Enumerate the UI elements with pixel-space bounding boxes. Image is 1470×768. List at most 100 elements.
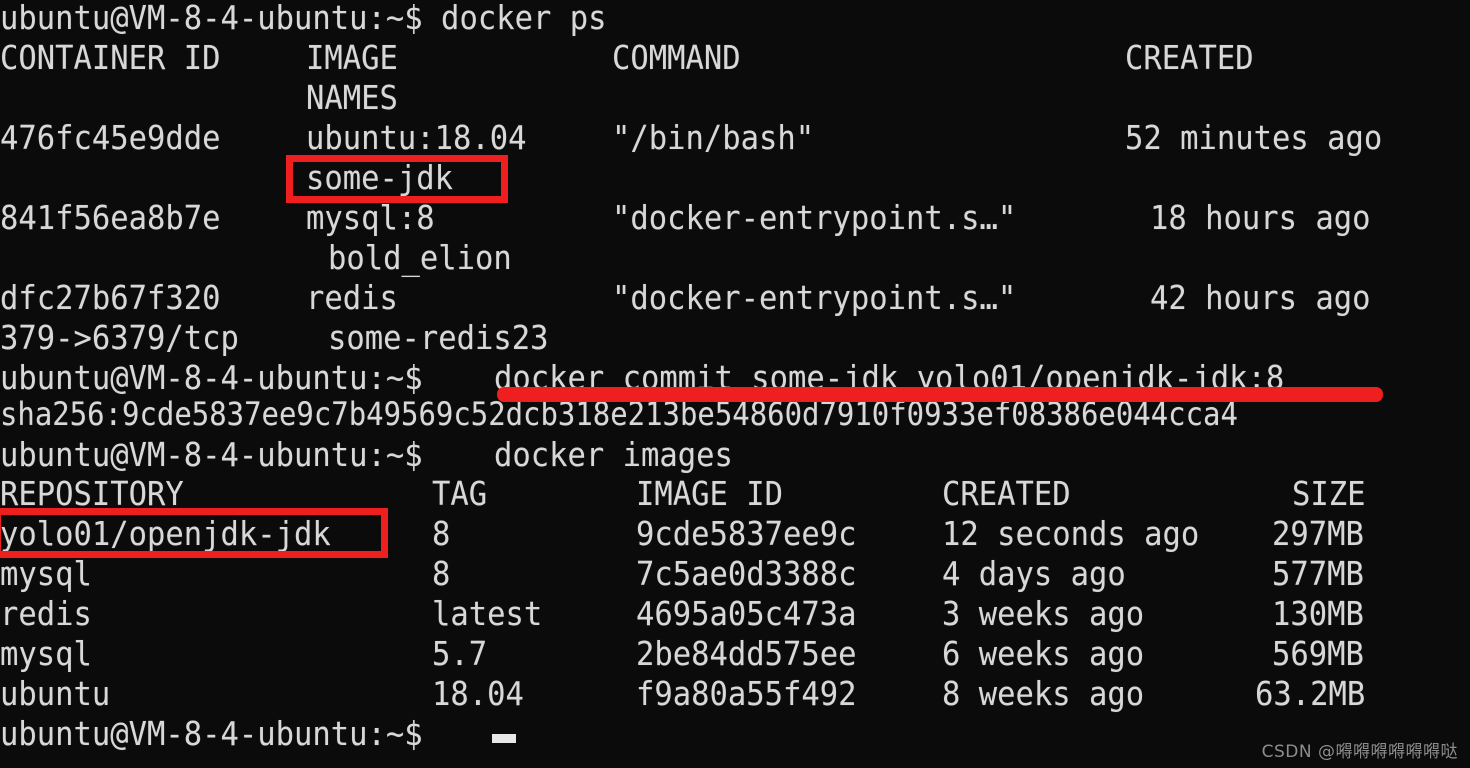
images-row-3-size-wrap: 130MB: [1272, 594, 1371, 634]
ps-row-2-names-wrap: bold_elion: [328, 238, 527, 278]
prompt-text: ubuntu@VM-8-4-ubuntu:~$: [0, 358, 423, 397]
ps-row-container-id: dfc27b67f320: [0, 278, 221, 317]
images-row-tag: latest: [432, 594, 543, 633]
commit-digest-text: sha256:9cde5837ee9c7b49569c52dcb318e213b…: [0, 395, 1238, 433]
images-row-created: 4 days ago: [942, 554, 1126, 593]
images-row-tag: 5.7: [432, 634, 488, 673]
ps-header-names: NAMES: [306, 78, 398, 117]
images-row-repository: mysql: [0, 554, 92, 593]
images-row-1-repository-wrap: yolo01/openjdk-jdk: [0, 514, 358, 554]
images-row-image-id: 2be84dd575ee: [636, 634, 857, 673]
images-row-3-repository-wrap: redis: [0, 594, 99, 634]
images-header-tag-wrap: TAG: [432, 474, 492, 514]
images-row-size: 130MB: [1272, 594, 1364, 633]
images-row-2-tag-wrap: 8: [432, 554, 452, 594]
prompt-text: ubuntu@VM-8-4-ubuntu:~$: [0, 435, 423, 474]
terminal-window[interactable]: ubuntu@VM-8-4-ubuntu:~$ docker ps CONTAI…: [0, 0, 1470, 768]
ps-row-2-created-wrap: 18 hours ago: [1150, 198, 1388, 238]
terminal-cursor: [492, 734, 516, 743]
ps-header-command: COMMAND: [612, 38, 741, 77]
ps-row-image: mysql:8: [306, 198, 435, 237]
images-row-1-created-wrap: 12 seconds ago: [942, 514, 1220, 554]
ps-row-1-command-wrap: "/bin/bash": [612, 118, 831, 158]
images-row-5-tag-wrap: 18.04: [432, 674, 531, 714]
ps-row-3-image-wrap: redis: [306, 278, 405, 318]
ps-row-container-id: 476fc45e9dde: [0, 118, 221, 157]
images-header-created-wrap: CREATED: [942, 474, 1081, 514]
images-row-5-size-wrap: 63.2MB: [1255, 674, 1374, 714]
ps-row-image: ubuntu:18.04: [306, 118, 527, 157]
images-row-4-created-wrap: 6 weeks ago: [942, 634, 1161, 674]
images-row-4-size-wrap: 569MB: [1272, 634, 1371, 674]
ps-row-3-created-wrap: 42 hours ago: [1150, 278, 1388, 318]
terminal-line-prompt-images: ubuntu@VM-8-4-ubuntu:~$: [0, 435, 457, 475]
images-row-5-image-id-wrap: f9a80a55f492: [636, 674, 874, 714]
ps-row-command: "/bin/bash": [612, 118, 815, 157]
images-row-image-id: f9a80a55f492: [636, 674, 857, 713]
images-row-repository-yolo01: yolo01/openjdk-jdk: [0, 514, 331, 553]
images-row-size: 569MB: [1272, 634, 1364, 673]
images-row-image-id: 7c5ae0d3388c: [636, 554, 857, 593]
images-row-1-tag-wrap: 8: [432, 514, 452, 554]
images-row-image-id: 4695a05c473a: [636, 594, 857, 633]
ps-row-1-created-wrap: 52 minutes ago: [1125, 118, 1403, 158]
images-header-repository: REPOSITORY: [0, 474, 184, 513]
images-header-repository-wrap: REPOSITORY: [0, 474, 199, 514]
images-row-repository: redis: [0, 594, 92, 633]
ps-row-command: "docker-entrypoint.s…": [612, 278, 1017, 317]
ps-row-2-id-wrap: 841f56ea8b7e: [0, 198, 238, 238]
ps-row-2-command-wrap: "docker-entrypoint.s…": [612, 198, 1049, 238]
images-row-4-image-id-wrap: 2be84dd575ee: [636, 634, 874, 674]
images-header-size-wrap: SIZE: [1292, 474, 1371, 514]
images-row-created: 6 weeks ago: [942, 634, 1145, 673]
ps-header-names-wrap: NAMES: [306, 78, 405, 118]
images-row-2-size-wrap: 577MB: [1272, 554, 1371, 594]
command-docker-commit-wrap: docker commit some-jdk yolo01/openjdk-jd…: [494, 358, 1348, 398]
images-row-1-size-wrap: 297MB: [1272, 514, 1371, 554]
ps-row-container-id: 841f56ea8b7e: [0, 198, 221, 237]
terminal-line-ps-header: CONTAINER ID: [0, 38, 238, 78]
images-header-created: CREATED: [942, 474, 1071, 513]
images-row-5-repository-wrap: ubuntu: [0, 674, 119, 714]
images-row-image-id: 9cde5837ee9c: [636, 514, 857, 553]
command-docker-images-wrap: docker images: [494, 435, 752, 475]
ps-row-created: 42 hours ago: [1150, 278, 1371, 317]
ps-row-1-id-wrap: 476fc45e9dde: [0, 118, 238, 158]
images-header-image-id-wrap: IMAGE ID: [636, 474, 795, 514]
ps-row-command: "docker-entrypoint.s…": [612, 198, 1017, 237]
csdn-watermark: CSDN @嘚嘚嘚嘚嘚嘚哒: [1261, 742, 1458, 762]
prompt-text: ubuntu@VM-8-4-ubuntu:~$ docker ps: [0, 0, 607, 37]
images-header-tag: TAG: [432, 474, 488, 513]
ps-row-1-image-wrap: ubuntu:18.04: [306, 118, 544, 158]
terminal-line-prompt-docker-ps: ubuntu@VM-8-4-ubuntu:~$ docker ps: [0, 0, 656, 38]
command-docker-commit: docker commit some-jdk yolo01/openjdk-jd…: [494, 358, 1285, 397]
images-header-image-id: IMAGE ID: [636, 474, 784, 513]
ps-row-1-names-wrap: some-jdk: [306, 158, 465, 198]
command-docker-images: docker images: [494, 435, 733, 474]
ps-header-image-wrap: IMAGE: [306, 38, 405, 78]
images-row-2-image-id-wrap: 7c5ae0d3388c: [636, 554, 874, 594]
ps-row-3-names-wrap: some-redis23: [328, 318, 566, 358]
prompt-text: ubuntu@VM-8-4-ubuntu:~$: [0, 714, 423, 753]
ps-row-name-bold-elion: bold_elion: [328, 238, 512, 277]
ps-header-container-id: CONTAINER ID: [0, 38, 221, 77]
images-row-3-tag-wrap: latest: [432, 594, 551, 634]
commit-digest-line: sha256:9cde5837ee9c7b49569c52dcb318e213b…: [0, 394, 1368, 434]
images-row-5-created-wrap: 8 weeks ago: [942, 674, 1161, 714]
ps-row-3-id-wrap: dfc27b67f320: [0, 278, 238, 318]
ps-row-name-some-jdk: some-jdk: [306, 158, 454, 197]
images-row-3-created-wrap: 3 weeks ago: [942, 594, 1161, 634]
ps-row-image: redis: [306, 278, 398, 317]
ps-row-created: 18 hours ago: [1150, 198, 1371, 237]
terminal-line-prompt-commit: ubuntu@VM-8-4-ubuntu:~$: [0, 358, 457, 398]
ps-row-3-command-wrap: "docker-entrypoint.s…": [612, 278, 1049, 318]
images-row-tag: 8: [432, 554, 451, 593]
images-row-size: 63.2MB: [1255, 674, 1366, 713]
images-row-repository: mysql: [0, 634, 92, 673]
ps-row-2-image-wrap: mysql:8: [306, 198, 445, 238]
terminal-line-prompt-trailing: ubuntu@VM-8-4-ubuntu:~$: [0, 714, 457, 754]
ps-header-image: IMAGE: [306, 38, 398, 77]
images-row-size: 297MB: [1272, 514, 1364, 553]
ps-header-created: CREATED: [1125, 38, 1254, 77]
ps-row-3-ports-wrap: 379->6379/tcp: [0, 318, 258, 358]
